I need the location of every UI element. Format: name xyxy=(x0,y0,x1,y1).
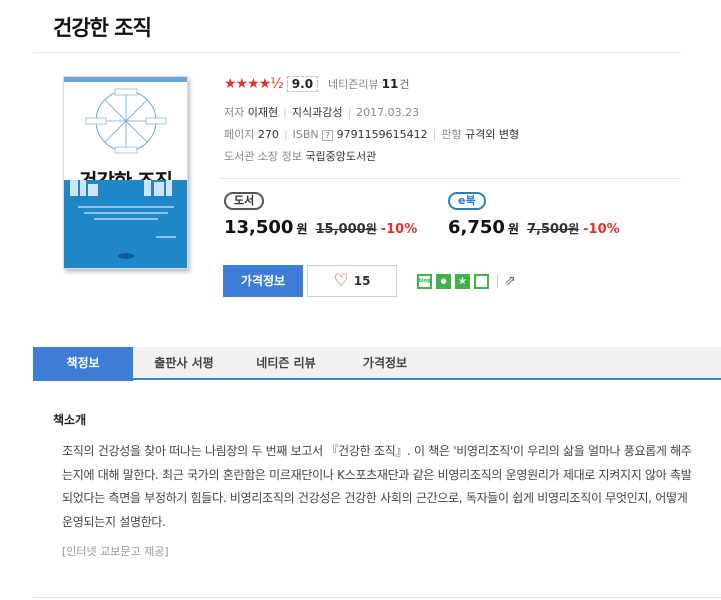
rating-row: ★★★★½ 9.0 네티즌리뷰 11 건 xyxy=(224,74,409,94)
bookmark-star-icon[interactable]: ★ xyxy=(455,273,470,289)
intro-source: [인터넷 교보문고 제공] xyxy=(62,545,169,558)
ebook-original-won: 원 xyxy=(568,222,580,236)
publish-date: 2017.03.23 xyxy=(356,106,420,119)
library-link[interactable]: 국립중앙도서관 xyxy=(305,150,376,163)
tab-price-info[interactable]: 가격정보 xyxy=(337,347,433,380)
isbn-value: 9791159615412 xyxy=(336,128,428,141)
share-out-icon[interactable]: ⇗ xyxy=(504,273,516,289)
print-original-price: 15,000 xyxy=(315,222,366,237)
price-info-button[interactable]: 가격정보 xyxy=(223,265,303,297)
print-badge: 도서 xyxy=(224,192,265,210)
pages-label: 페이지 xyxy=(224,128,255,141)
ebook-price[interactable]: 6,750 원 7,500 원 -10% xyxy=(448,217,620,238)
intro-heading: 책소개 xyxy=(53,413,87,427)
divider xyxy=(497,274,498,288)
like-button[interactable]: ♡ 15 xyxy=(307,265,397,297)
print-discount: -10% xyxy=(380,222,418,237)
library-label: 도서관 소장 정보 xyxy=(224,150,302,163)
review-count[interactable]: 11 xyxy=(382,77,399,91)
format-value: 규격외 변형 xyxy=(465,128,520,141)
divider xyxy=(33,597,721,598)
divider xyxy=(220,178,681,179)
book-cover[interactable]: 건강한 조직 xyxy=(63,76,188,269)
ebook-discount: -10% xyxy=(583,222,620,237)
meta-author-row: 저자 이재현 | 지식과감성 | 2017.03.23 xyxy=(224,106,420,119)
meta-pages-row: 페이지 270 | ISBN ? 9791159615412 | 판형 규격외 변형 xyxy=(224,128,520,141)
tab-publisher-review[interactable]: 출판사 서평 xyxy=(133,347,235,380)
ebook-original-price: 7,500 xyxy=(526,222,569,237)
note-icon[interactable] xyxy=(474,273,489,289)
meta-library-row: 도서관 소장 정보 국립중앙도서관 xyxy=(224,148,376,164)
tab-book-info[interactable]: 책정보 xyxy=(33,347,133,381)
rating-score: 9.0 xyxy=(286,76,319,92)
share-icons: blog ● ★ ⇗ xyxy=(417,273,516,289)
ebook-won: 원 xyxy=(507,222,519,236)
author-label: 저자 xyxy=(224,106,245,119)
print-price[interactable]: 13,500 원 15,000 원 -10% xyxy=(224,217,417,238)
intro-body: 조직의 건강성을 찾아 떠나는 나림장의 두 번째 보고서 『건강한 조직』. … xyxy=(62,444,692,529)
ebook-sale-price: 6,750 xyxy=(448,217,505,238)
isbn-label: ISBN xyxy=(292,128,319,141)
heart-icon: ♡ xyxy=(333,271,349,291)
publisher-link[interactable]: 지식과감성 xyxy=(292,106,343,119)
blog-icon[interactable]: blog xyxy=(417,273,432,289)
divider xyxy=(33,52,681,53)
cover-diagram xyxy=(85,88,167,154)
tab-netizen-review[interactable]: 네티즌 리뷰 xyxy=(235,347,337,380)
pages-value: 270 xyxy=(257,128,279,141)
review-link[interactable]: 네티즌리뷰 xyxy=(328,76,379,92)
format-label: 판형 xyxy=(441,128,462,141)
tab-bar: 책정보 출판사 서평 네티즌 리뷰 가격정보 xyxy=(33,347,721,381)
print-original-won: 원 xyxy=(365,222,377,236)
ebook-badge: e북 xyxy=(448,192,486,210)
like-count: 15 xyxy=(353,274,371,288)
rating-stars: ★★★★½ xyxy=(224,76,284,92)
isbn-help-icon[interactable]: ? xyxy=(322,129,334,141)
band-icon[interactable]: ● xyxy=(436,273,451,289)
page-title: 건강한 조직 xyxy=(53,16,152,40)
review-unit: 건 xyxy=(399,78,410,91)
author-link[interactable]: 이재현 xyxy=(248,106,278,119)
print-sale-price: 13,500 xyxy=(224,217,294,238)
cover-bottom-band xyxy=(64,180,187,268)
print-won: 원 xyxy=(296,222,308,236)
